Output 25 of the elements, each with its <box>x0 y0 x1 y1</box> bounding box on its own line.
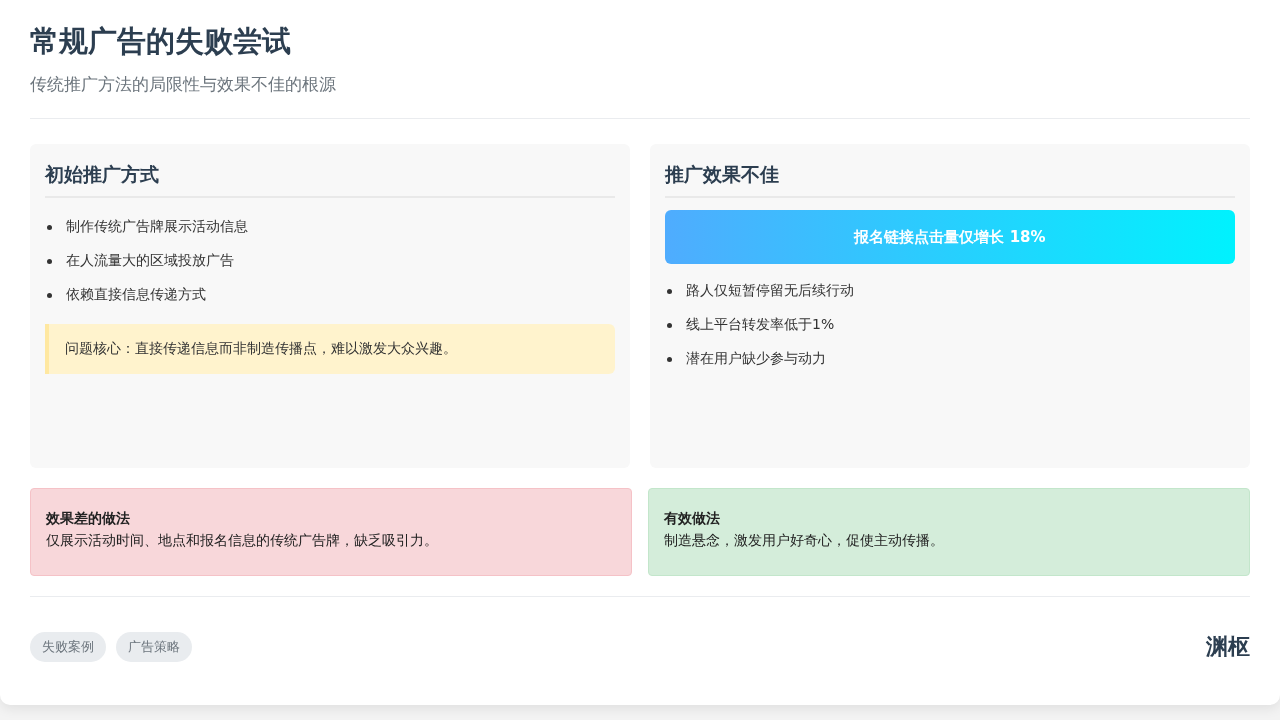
bullet-icon <box>667 356 672 362</box>
panel-title: 初始推广方式 <box>45 160 615 198</box>
note-callout: 问题核心：直接传递信息而非制造传播点，难以激发大众兴趣。 <box>45 324 615 374</box>
bullet-icon <box>667 288 672 294</box>
comparison-text: 仅展示活动时间、地点和报名信息的传统广告牌，缺乏吸引力。 <box>46 531 439 550</box>
logo: 渊枢 <box>1206 632 1250 661</box>
comparison-title: 有效做法 <box>664 509 721 528</box>
stat-banner: 报名链接点击量仅增长 18% <box>665 210 1235 264</box>
list-item: 路人仅短暂停留无后续行动 <box>686 282 854 300</box>
comparison-title: 效果差的做法 <box>46 509 131 528</box>
comparison-text: 制造悬念，激发用户好奇心，促使主动传播。 <box>664 531 945 550</box>
list-item: 制作传统广告牌展示活动信息 <box>66 218 248 236</box>
list-item: 潜在用户缺少参与动力 <box>686 350 826 368</box>
bullet-icon <box>47 292 52 298</box>
tag: 广告策略 <box>116 632 192 662</box>
bullet-icon <box>667 322 672 328</box>
panel-title: 推广效果不佳 <box>665 160 1235 198</box>
list-item: 线上平台转发率低于1% <box>686 316 835 334</box>
page-title: 常规广告的失败尝试 <box>30 23 292 60</box>
bullet-icon <box>47 258 52 264</box>
tag: 失败案例 <box>30 632 106 662</box>
list-item: 在人流量大的区域投放广告 <box>66 252 234 270</box>
list-item: 依赖直接信息传递方式 <box>66 286 206 304</box>
page-subtitle: 传统推广方法的局限性与效果不佳的根源 <box>30 73 337 96</box>
bullet-icon <box>47 224 52 230</box>
